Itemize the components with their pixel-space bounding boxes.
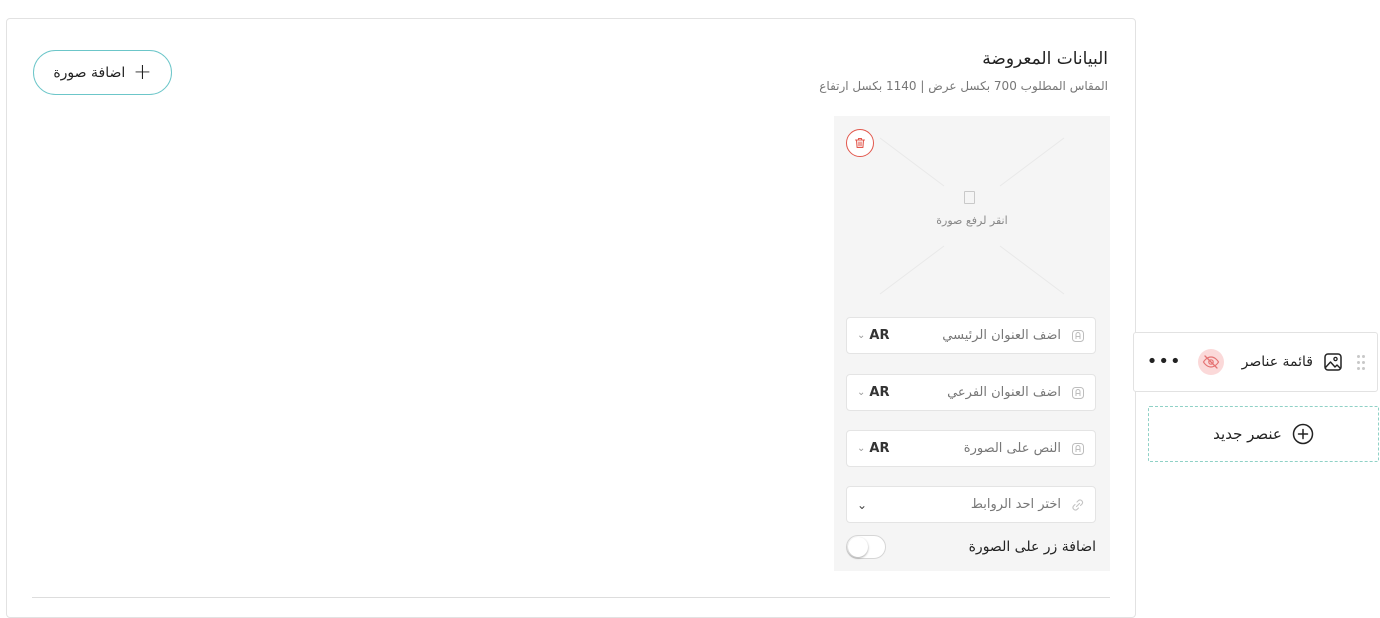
add-image-label: اضافة صورة <box>53 64 126 81</box>
link-select[interactable]: اختر احد الروابط ⌄ <box>846 486 1096 523</box>
drag-handle-icon[interactable] <box>1355 354 1365 370</box>
image-text-placeholder: النص على الصورة <box>963 441 1061 456</box>
trash-icon <box>854 137 866 149</box>
subtitle-field[interactable]: اضف العنوان الفرعي ⌄ AR <box>846 374 1096 411</box>
panel-subtitle: المقاس المطلوب 700 بكسل عرض | 1140 بكسل … <box>819 79 1108 93</box>
image-icon <box>1324 353 1342 371</box>
link-icon <box>1072 498 1084 511</box>
new-element-label: عنصر جديد <box>1213 425 1282 443</box>
chevron-down-icon: ⌄ <box>857 443 866 454</box>
placeholder-cross-lines <box>879 137 1065 295</box>
bottom-divider <box>32 597 1110 598</box>
language-code: AR <box>869 385 890 400</box>
image-button-toggle-row: اضافة زر على الصورة <box>846 534 1096 560</box>
language-code: AR <box>869 441 890 456</box>
sidebar-item-label: قائمة عناصر <box>1241 354 1313 370</box>
image-upload-area[interactable]: انقر لرفع صورة <box>834 116 1110 306</box>
chevron-down-icon: ⌄ <box>857 387 866 398</box>
language-code: AR <box>869 328 890 343</box>
text-field-icon <box>1072 386 1084 399</box>
eye-off-icon <box>1202 355 1219 369</box>
image-upload-icon <box>964 191 975 204</box>
image-button-toggle[interactable] <box>846 535 886 559</box>
panel-title: البيانات المعروضة <box>982 49 1108 69</box>
image-text-field[interactable]: النص على الصورة ⌄ AR <box>846 430 1096 467</box>
sidebar-item-list[interactable]: قائمة عناصر ••• <box>1133 332 1378 392</box>
image-card: انقر لرفع صورة اضف العنوان الرئيسي ⌄ AR <box>834 116 1110 571</box>
text-field-icon <box>1072 329 1084 342</box>
main-title-placeholder: اضف العنوان الرئيسي <box>942 328 1061 343</box>
language-select[interactable]: ⌄ AR <box>857 441 889 456</box>
chevron-down-icon: ⌄ <box>857 330 866 341</box>
link-placeholder: اختر احد الروابط <box>970 497 1061 512</box>
subtitle-placeholder: اضف العنوان الفرعي <box>947 385 1061 400</box>
plus-circle-icon <box>1292 423 1314 445</box>
new-element-button[interactable]: عنصر جديد <box>1148 406 1379 462</box>
toggle-label: اضافة زر على الصورة <box>968 539 1096 555</box>
language-select[interactable]: ⌄ AR <box>857 328 889 343</box>
text-field-icon <box>1072 442 1084 455</box>
toggle-knob <box>848 537 868 557</box>
delete-image-button[interactable] <box>846 129 874 157</box>
content-panel: البيانات المعروضة المقاس المطلوب 700 بكس… <box>6 18 1136 618</box>
chevron-down-icon: ⌄ <box>857 497 868 512</box>
visibility-toggle-button[interactable] <box>1197 349 1224 375</box>
upload-text: انقر لرفع صورة <box>936 214 1008 227</box>
more-options-button[interactable]: ••• <box>1147 353 1182 371</box>
language-select[interactable]: ⌄ AR <box>857 385 889 400</box>
add-image-button[interactable]: + اضافة صورة <box>33 50 172 95</box>
main-title-field[interactable]: اضف العنوان الرئيسي ⌄ AR <box>846 317 1096 354</box>
plus-icon: + <box>133 59 152 85</box>
